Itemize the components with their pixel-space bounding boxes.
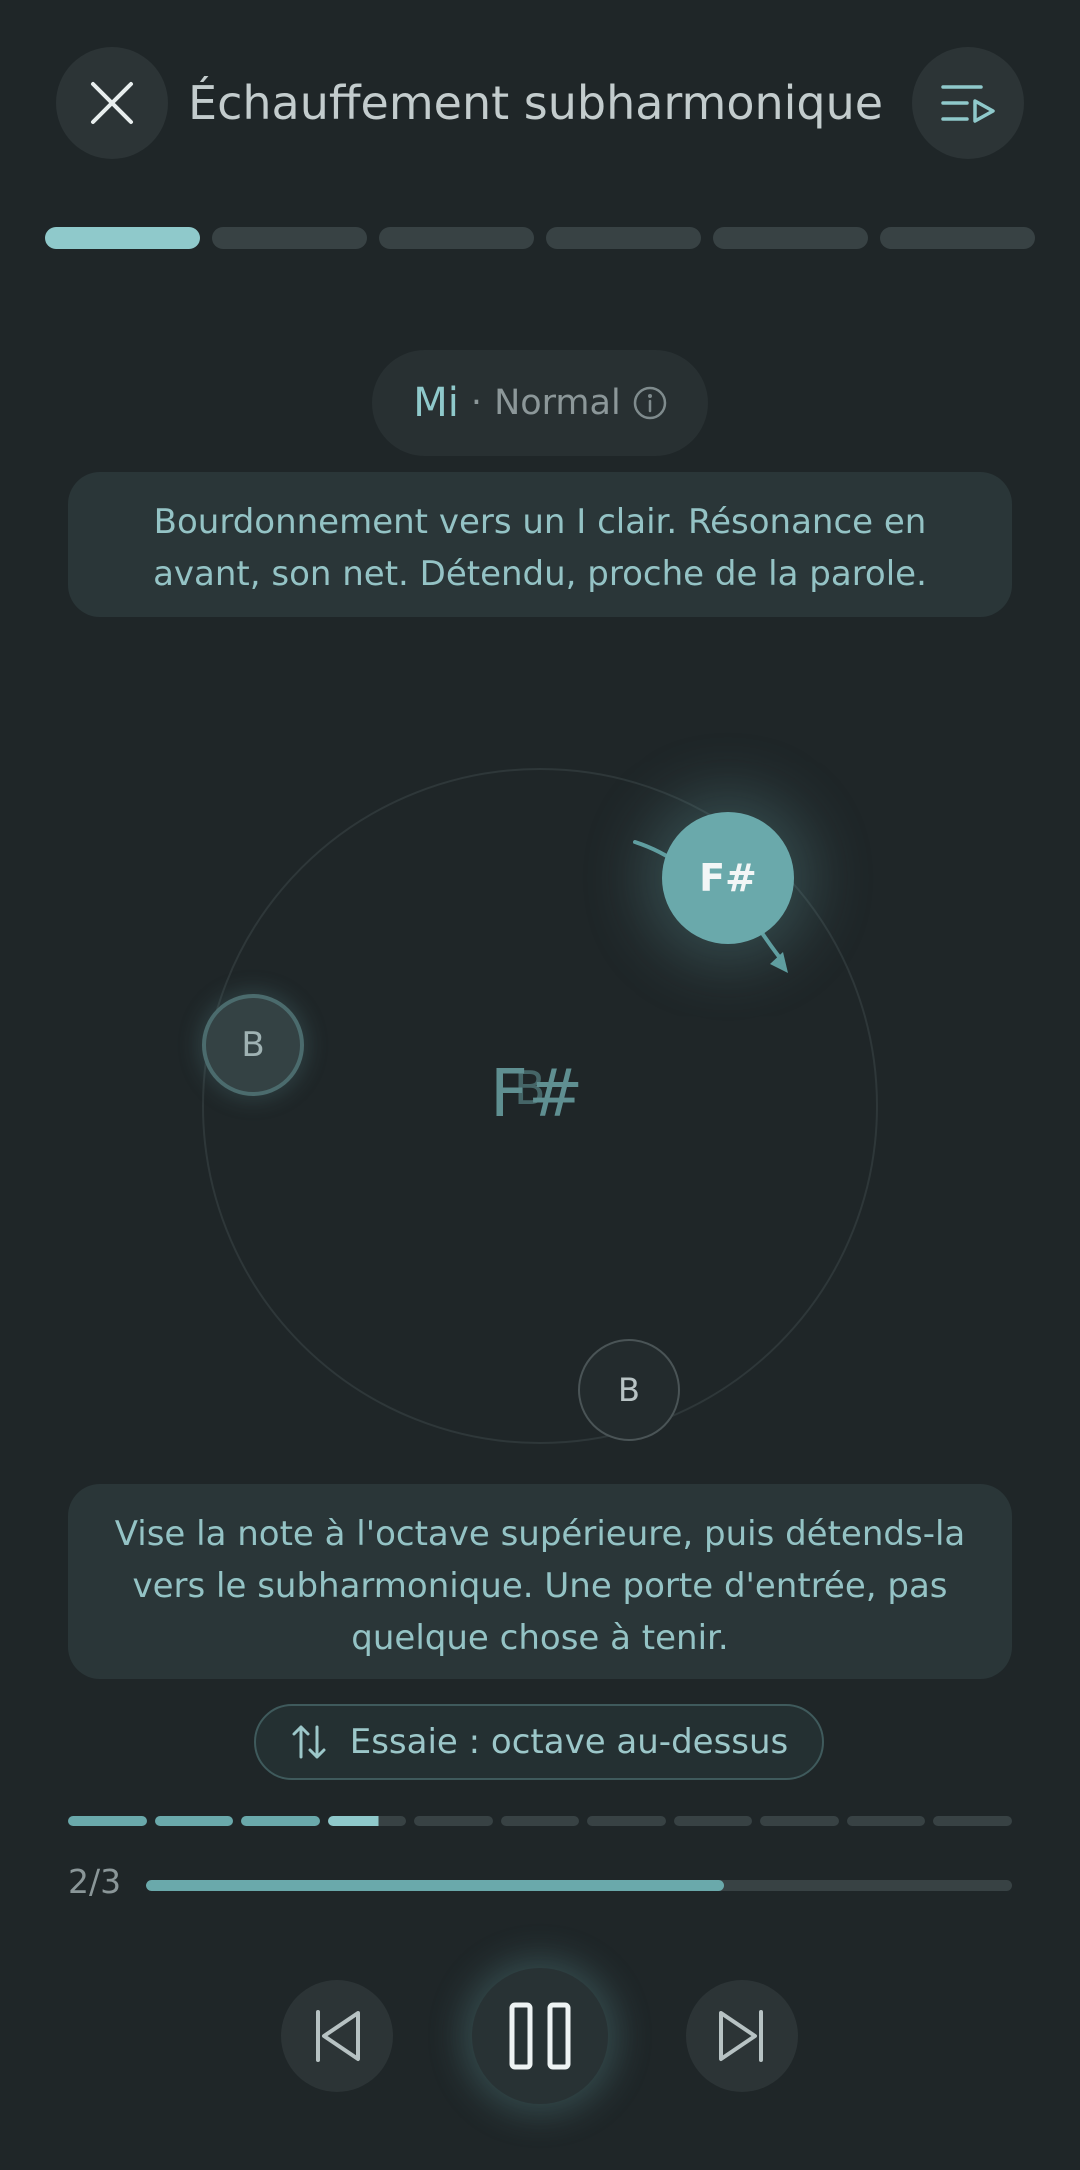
note-marker-bottom: B <box>578 1339 680 1441</box>
pause-icon <box>509 2002 571 2070</box>
repetition-segment <box>846 1816 926 1826</box>
skip-previous-icon <box>316 2010 360 2062</box>
pause-button[interactable] <box>472 1968 608 2104</box>
info-icon[interactable] <box>633 386 667 420</box>
instruction-top-text: Bourdonnement vers un I clair. Résonance… <box>153 502 927 594</box>
current-pitch-readout: F# B <box>490 1055 590 1145</box>
close-button[interactable] <box>56 47 168 159</box>
suggestion-label: Essaie : octave au-dessus <box>349 1722 789 1762</box>
repetition-segment <box>587 1816 666 1826</box>
previous-button[interactable] <box>281 1980 393 2092</box>
playlist-icon <box>941 85 995 123</box>
repetition-segment <box>933 1816 1013 1826</box>
voice-name: Mi <box>413 380 459 426</box>
step-indicator <box>713 227 868 249</box>
repetition-segment <box>760 1816 839 1826</box>
instruction-card-top: Bourdonnement vers un I clair. Résonance… <box>68 472 1012 617</box>
voice-separator: · <box>470 383 483 423</box>
next-button[interactable] <box>686 1980 798 2092</box>
playlist-button[interactable] <box>912 47 1024 159</box>
repetition-segments <box>68 1816 1013 1828</box>
repetition-segment <box>414 1816 493 1826</box>
close-icon <box>91 82 133 124</box>
repetition-segment <box>154 1816 234 1826</box>
swap-vertical-icon <box>292 1725 326 1759</box>
repetition-segment <box>327 1816 407 1826</box>
suggestion-pill[interactable]: Essaie : octave au-dessus <box>254 1704 824 1780</box>
skip-next-icon <box>719 2010 763 2062</box>
voice-mode-chip[interactable]: Mi · Normal <box>372 350 708 456</box>
step-indicator <box>379 227 534 249</box>
page-title: Échauffement subharmonique <box>188 76 884 130</box>
target-note: F# <box>662 812 794 944</box>
repetition-segment <box>673 1816 753 1826</box>
instruction-card-bottom: Vise la note à l'octave supérieure, puis… <box>68 1484 1012 1679</box>
step-indicator <box>45 227 200 249</box>
exercise-count: 2/3 <box>68 1862 122 1901</box>
current-pitch-secondary: B <box>514 1061 546 1115</box>
note-marker-left: B <box>202 994 304 1096</box>
repetition-segment <box>500 1816 580 1826</box>
exercise-progress-track <box>146 1880 1012 1891</box>
exercise-progress-fill <box>146 1880 724 1891</box>
repetition-segment <box>241 1816 320 1826</box>
step-indicator <box>880 227 1035 249</box>
step-progress <box>45 227 1035 251</box>
voice-mode: Normal <box>494 383 621 423</box>
repetition-segment <box>68 1816 147 1826</box>
step-indicator <box>546 227 701 249</box>
step-indicator <box>212 227 367 249</box>
instruction-bottom-text: Vise la note à l'octave supérieure, puis… <box>114 1514 966 1658</box>
